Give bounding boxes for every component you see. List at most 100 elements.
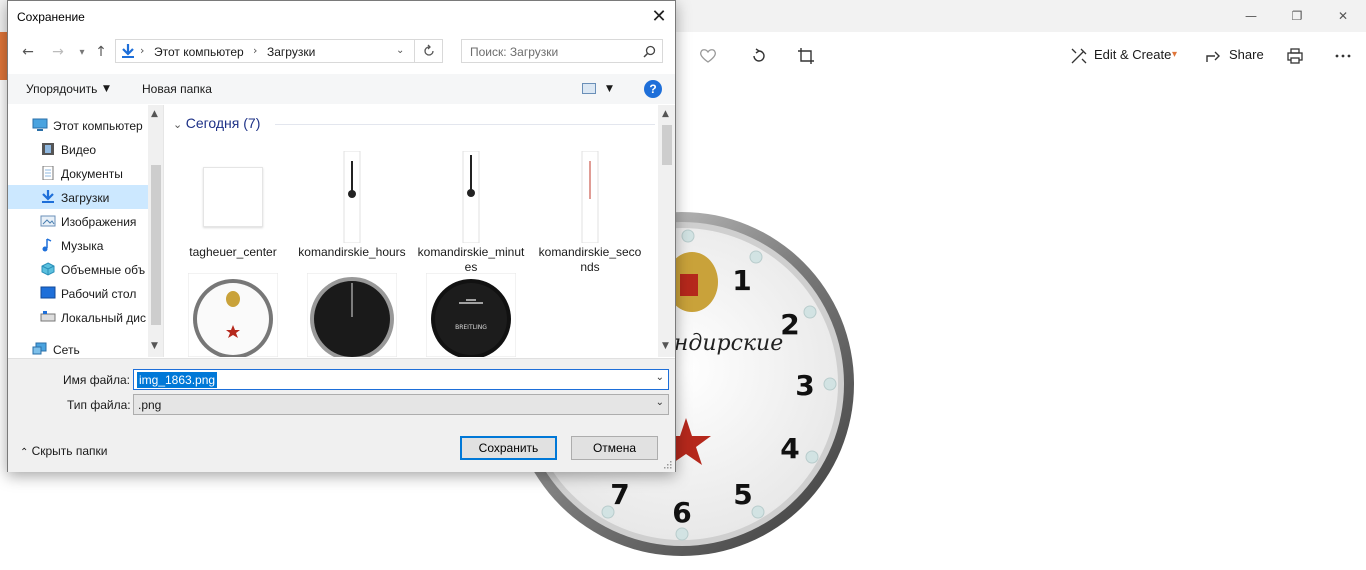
scroll-up-icon[interactable]: ▲ bbox=[151, 109, 158, 119]
sidebar-item-video[interactable]: Видео bbox=[8, 137, 148, 161]
print-icon[interactable] bbox=[1282, 44, 1308, 68]
clock-numeral: 4 bbox=[780, 432, 799, 465]
edit-icon[interactable] bbox=[1066, 44, 1092, 68]
chevron-down-icon: ⌄ bbox=[173, 118, 186, 131]
sidebar-item-music[interactable]: Музыка bbox=[8, 233, 148, 257]
downloads-icon bbox=[122, 44, 134, 58]
file-list: ⌄ Сегодня (7) tagheuer_center komandirsk… bbox=[165, 105, 675, 357]
hide-folders-button[interactable]: ⌃ Скрыть папки bbox=[20, 444, 107, 458]
edit-create-button[interactable]: Edit & Create bbox=[1094, 47, 1171, 62]
sidebar-item-desktop[interactable]: Рабочий стол bbox=[8, 281, 148, 305]
navigation-bar: ← → ▾ ↑ › Этот компьютер › Загрузки ⌄ По… bbox=[8, 34, 675, 70]
sidebar-item-label: Рабочий стол bbox=[61, 287, 137, 301]
minimize-icon[interactable]: — bbox=[1228, 0, 1274, 32]
save-button[interactable]: Сохранить bbox=[460, 436, 557, 460]
file-item[interactable]: komandirskie_minutes bbox=[417, 149, 525, 279]
chevron-down-icon[interactable]: ▼ bbox=[606, 84, 613, 94]
search-icon[interactable] bbox=[643, 45, 656, 58]
file-thumbnail bbox=[536, 149, 644, 245]
refresh-button[interactable] bbox=[415, 39, 443, 63]
sidebar-item-label: Музыка bbox=[61, 239, 104, 253]
share-button[interactable]: Share bbox=[1229, 47, 1264, 62]
group-divider bbox=[275, 124, 655, 125]
sidebar-item-3d-objects[interactable]: Объемные объ bbox=[8, 257, 148, 281]
breitling-text: BREITLING bbox=[455, 324, 487, 331]
sidebar-item-label: Этот компьютер bbox=[53, 119, 143, 133]
filetype-select[interactable]: .png ⌄ bbox=[133, 394, 669, 415]
restore-icon[interactable]: ❐ bbox=[1274, 0, 1320, 32]
hide-folders-label: Скрыть папки bbox=[31, 444, 108, 458]
app-root: — ❐ ✕ Edit & Create ▾ Share 1 2 3 4 5 6 … bbox=[0, 0, 1366, 570]
command-bar: Упорядочить ▼ Новая папка ▼ ? bbox=[8, 74, 675, 104]
breadcrumb-this-pc[interactable]: Этот компьютер bbox=[154, 45, 244, 59]
search-placeholder: Поиск: Загрузки bbox=[470, 45, 559, 59]
file-item[interactable]: tagheuer_center bbox=[179, 149, 287, 279]
scroll-down-icon[interactable]: ▼ bbox=[151, 341, 158, 351]
music-icon bbox=[42, 238, 52, 252]
file-thumbnail bbox=[306, 273, 398, 357]
crop-icon[interactable] bbox=[793, 44, 819, 68]
sidebar-scroll-thumb[interactable] bbox=[151, 165, 161, 325]
chevron-down-icon[interactable]: ⌄ bbox=[396, 45, 404, 56]
organize-button[interactable]: Упорядочить bbox=[26, 82, 97, 96]
chevron-down-icon[interactable]: ⌄ bbox=[656, 372, 664, 383]
file-thumbnail bbox=[417, 149, 525, 245]
desktop-icon bbox=[40, 286, 56, 299]
file-item[interactable]: komandirskie_hours bbox=[298, 149, 406, 279]
clock-numeral: 1 bbox=[732, 264, 751, 297]
chevron-down-icon[interactable]: ⌄ bbox=[656, 397, 664, 408]
chevron-up-icon: ⌃ bbox=[20, 447, 32, 458]
heart-icon[interactable] bbox=[695, 44, 721, 68]
scroll-up-icon[interactable]: ▲ bbox=[662, 109, 669, 119]
cancel-button[interactable]: Отмена bbox=[571, 436, 658, 460]
new-folder-button[interactable]: Новая папка bbox=[142, 82, 212, 96]
computer-icon bbox=[32, 118, 48, 131]
file-item[interactable] bbox=[187, 273, 295, 357]
view-options-icon[interactable] bbox=[582, 83, 596, 94]
back-icon[interactable]: ← bbox=[18, 42, 38, 62]
close-window-icon[interactable]: ✕ bbox=[1320, 0, 1366, 32]
dialog-titlebar: Сохранение ✕ bbox=[8, 1, 675, 32]
sidebar-item-label: Изображения bbox=[61, 215, 137, 229]
share-icon[interactable] bbox=[1201, 44, 1227, 68]
sidebar-item-this-pc[interactable]: Этот компьютер bbox=[8, 113, 148, 137]
rotate-icon[interactable] bbox=[746, 44, 772, 68]
filename-value: img_1863.png bbox=[137, 372, 218, 388]
breadcrumb-chevron-icon: › bbox=[253, 44, 258, 57]
scroll-down-icon[interactable]: ▼ bbox=[662, 341, 669, 351]
up-icon[interactable]: ↑ bbox=[91, 42, 111, 62]
close-icon[interactable]: ✕ bbox=[643, 1, 675, 32]
refresh-icon bbox=[423, 44, 434, 56]
help-icon[interactable]: ? bbox=[644, 80, 662, 98]
recent-locations-icon[interactable]: ▾ bbox=[72, 42, 92, 62]
network-icon bbox=[32, 342, 47, 355]
photos-toolbar: Edit & Create ▾ Share bbox=[676, 32, 1366, 80]
breadcrumb-downloads[interactable]: Загрузки bbox=[267, 45, 315, 59]
file-item[interactable] bbox=[306, 273, 414, 357]
file-name: komandirskie_seconds bbox=[538, 245, 642, 274]
search-input[interactable]: Поиск: Загрузки bbox=[461, 39, 663, 63]
sidebar-item-downloads[interactable]: Загрузки bbox=[8, 185, 148, 209]
sidebar-item-local-disk[interactable]: Локальный дис bbox=[8, 305, 148, 329]
sidebar-item-label: Документы bbox=[61, 167, 123, 181]
video-icon bbox=[42, 143, 54, 155]
file-item[interactable]: BREITLING bbox=[425, 273, 533, 357]
forward-icon[interactable]: → bbox=[48, 42, 68, 62]
more-icon[interactable] bbox=[1330, 44, 1356, 68]
group-header[interactable]: ⌄ Сегодня (7) bbox=[173, 115, 260, 131]
sidebar-item-documents[interactable]: Документы bbox=[8, 161, 148, 185]
file-thumbnail bbox=[187, 273, 279, 357]
address-bar[interactable]: › Этот компьютер › Загрузки ⌄ bbox=[115, 39, 415, 63]
file-list-scroll-thumb[interactable] bbox=[662, 125, 672, 165]
chevron-down-icon[interactable]: ▾ bbox=[1172, 49, 1177, 60]
file-item[interactable]: komandirskie_seconds bbox=[536, 149, 644, 279]
resize-grip-icon[interactable] bbox=[662, 459, 672, 469]
sidebar-item-label: Видео bbox=[61, 143, 97, 157]
sidebar-item-label: Сеть bbox=[53, 343, 80, 357]
chevron-down-icon[interactable]: ▼ bbox=[103, 84, 110, 94]
filename-input[interactable]: img_1863.png ⌄ bbox=[133, 369, 669, 390]
3d-objects-icon bbox=[41, 262, 55, 276]
sidebar-item-pictures[interactable]: Изображения bbox=[8, 209, 148, 233]
sidebar-item-network[interactable]: Сеть bbox=[8, 337, 148, 357]
local-disk-icon bbox=[40, 311, 56, 322]
